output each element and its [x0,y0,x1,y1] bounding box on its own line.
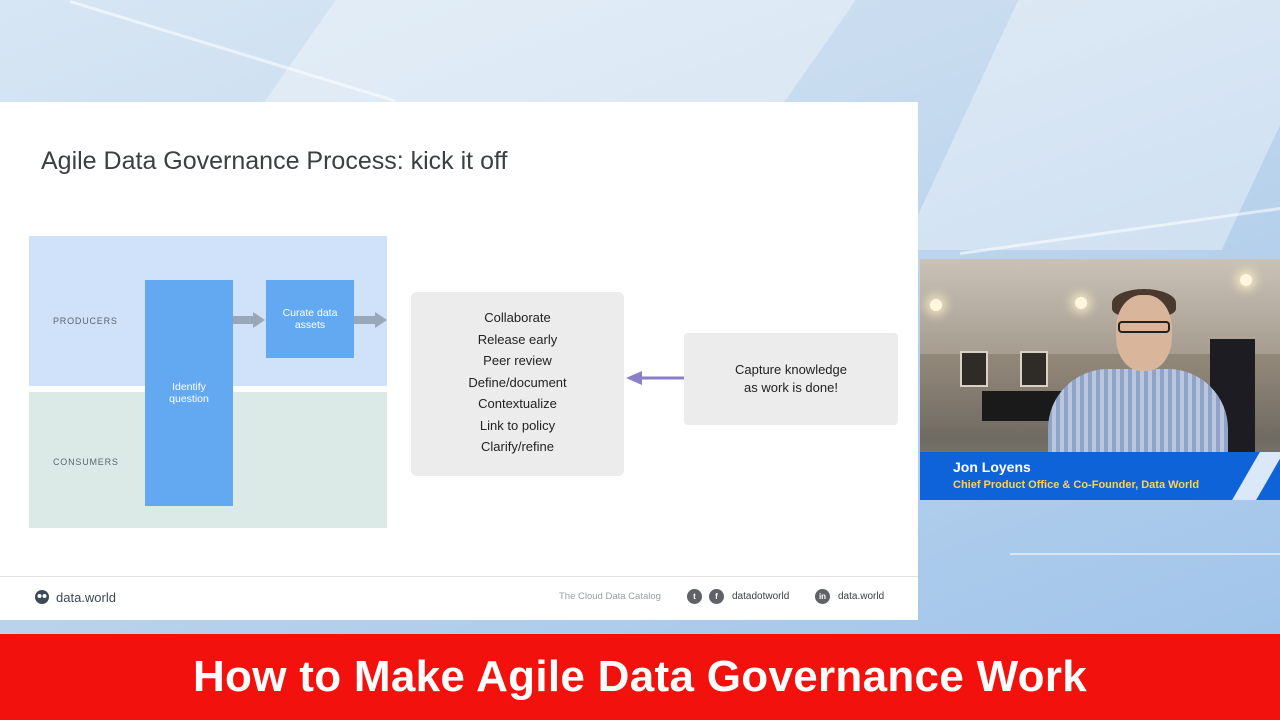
step-item: Define/document [468,374,567,390]
ceiling-light [1075,297,1087,309]
lower-third-stripe [1232,452,1280,500]
speaker-name: Jon Loyens [953,459,1031,475]
footer-divider [0,576,918,577]
brand-logo: data.world [34,589,116,605]
name-lower-third: Jon Loyens Chief Product Office & Co-Fou… [920,452,1280,500]
title-banner: How to Make Agile Data Governance Work [0,634,1280,720]
identify-question-label: Identify question [169,381,209,405]
arrow-right-icon [354,312,387,328]
background-band [901,0,1280,250]
presentation-slide: Agile Data Governance Process: kick it o… [0,102,918,620]
owl-logo-icon [35,590,49,604]
step-item: Contextualize [478,396,557,411]
social-handle: datadotworld [732,591,790,602]
glasses [1118,321,1170,333]
brand-name: data.world [56,589,116,605]
linkedin-handle: data.world [838,591,885,602]
arrow-left-icon [626,371,684,385]
facebook-icon: f [709,589,724,604]
process-steps-box: Collaborate Release early Peer review De… [411,292,624,476]
step-item: Peer review [483,353,552,368]
ceiling-light [930,299,942,311]
speaker-webcam: Jon Loyens Chief Product Office & Co-Fou… [920,259,1280,500]
capture-knowledge-label: Capture knowledge as work is done! [734,362,848,395]
speaker-head [1116,295,1172,371]
slide-footer: data.world The Cloud Data Catalog t f da… [0,586,918,610]
slide-title: Agile Data Governance Process: kick it o… [41,147,508,175]
step-item: Clarify/refine [481,439,554,454]
background-streak [1010,553,1280,555]
twitter-icon: t [687,589,702,604]
identify-question-box: Identify question [145,280,233,506]
ceiling-light [1240,274,1252,286]
consumers-label: CONSUMERS [53,457,119,467]
linkedin-icon: in [815,589,830,604]
speaker-title: Chief Product Office & Co-Founder, Data … [953,479,1200,491]
curate-data-box: Curate data assets [266,280,354,358]
step-item: Link to policy [479,417,556,433]
step-item: Release early [477,331,558,347]
banner-title: How to Make Agile Data Governance Work [192,652,1088,701]
wall-picture [960,351,988,387]
curate-data-label: Curate data assets [282,307,338,331]
producers-label: PRODUCERS [53,316,118,326]
tagline: The Cloud Data Catalog [559,591,661,602]
step-item: Collaborate [484,310,551,325]
wall-picture [1020,351,1048,387]
capture-knowledge-box: Capture knowledge as work is done! [684,333,898,425]
arrow-right-icon [233,312,265,328]
